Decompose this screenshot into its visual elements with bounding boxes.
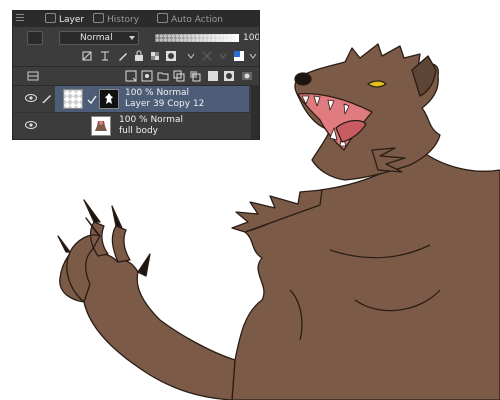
trash-icon[interactable] (257, 70, 260, 82)
werewolf-eye (367, 80, 387, 88)
blend-mode-dropdown[interactable]: Normal (59, 31, 139, 45)
history-icon (93, 13, 104, 23)
tab-layer[interactable]: Layer (45, 13, 84, 27)
eye-icon[interactable] (25, 121, 37, 129)
create-mask-icon[interactable] (223, 70, 235, 82)
new-vector-layer-icon[interactable] (141, 70, 153, 82)
layer-thumbnail (63, 89, 83, 109)
fill-icon[interactable] (207, 70, 219, 82)
chevron-down-icon[interactable] (247, 50, 259, 62)
layer-row[interactable]: 100 % Normal full body (13, 113, 259, 139)
mask-icon[interactable] (165, 50, 177, 62)
apply-mask-icon[interactable] (241, 70, 253, 82)
checkmark-icon (87, 95, 97, 105)
ruler-icon[interactable] (201, 50, 213, 62)
eye-icon[interactable] (25, 94, 37, 102)
layers-icon (45, 13, 56, 23)
layer-color-toggle[interactable] (27, 31, 43, 45)
layer-panel: Layer History Auto Action Normal 100 100… (12, 10, 260, 140)
layer-color-icon[interactable] (233, 50, 245, 62)
chevron-down-icon[interactable] (185, 50, 197, 62)
opacity-slider[interactable] (155, 34, 239, 42)
draft-layer-icon[interactable] (117, 50, 129, 62)
panel-tab-bar: Layer History Auto Action (13, 11, 259, 27)
lock-transparent-icon[interactable] (149, 50, 161, 62)
layer-mask-thumbnail (99, 89, 119, 109)
layer-row-selected[interactable]: 100 % Normal Layer 39 Copy 12 (13, 86, 259, 112)
panel-menu-icon[interactable] (16, 14, 24, 24)
new-folder-icon[interactable] (157, 70, 169, 82)
layer-name: Layer 39 Copy 12 (125, 99, 205, 109)
clipping-icon[interactable] (81, 50, 93, 62)
layer-thumbnail (91, 116, 111, 136)
werewolf-torso (231, 149, 500, 400)
lock-icon[interactable] (133, 50, 145, 62)
chevron-down-icon[interactable] (217, 50, 229, 62)
reference-layer-icon[interactable] (99, 50, 111, 62)
opacity-value[interactable]: 100 (243, 31, 259, 45)
layer-action-toolbar (13, 67, 259, 85)
auto-action-icon (157, 13, 168, 23)
chevron-down-icon (129, 36, 135, 40)
panel-layout-icon[interactable] (27, 70, 39, 82)
layer-opacity-mode: 100 % Normal (125, 88, 190, 98)
pen-icon[interactable] (41, 92, 53, 104)
tab-history[interactable]: History (93, 13, 139, 27)
blend-opacity-row: Normal 100 (13, 29, 259, 47)
tab-auto-action[interactable]: Auto Action (157, 13, 223, 27)
layer-opacity-mode: 100 % Normal (119, 115, 184, 125)
new-raster-layer-icon[interactable] (125, 70, 137, 82)
layer-name: full body (119, 126, 158, 136)
combine-layer-icon[interactable] (189, 70, 201, 82)
werewolf-nose (294, 72, 312, 86)
layer-property-toolbar (13, 47, 259, 65)
transfer-down-icon[interactable] (173, 70, 185, 82)
